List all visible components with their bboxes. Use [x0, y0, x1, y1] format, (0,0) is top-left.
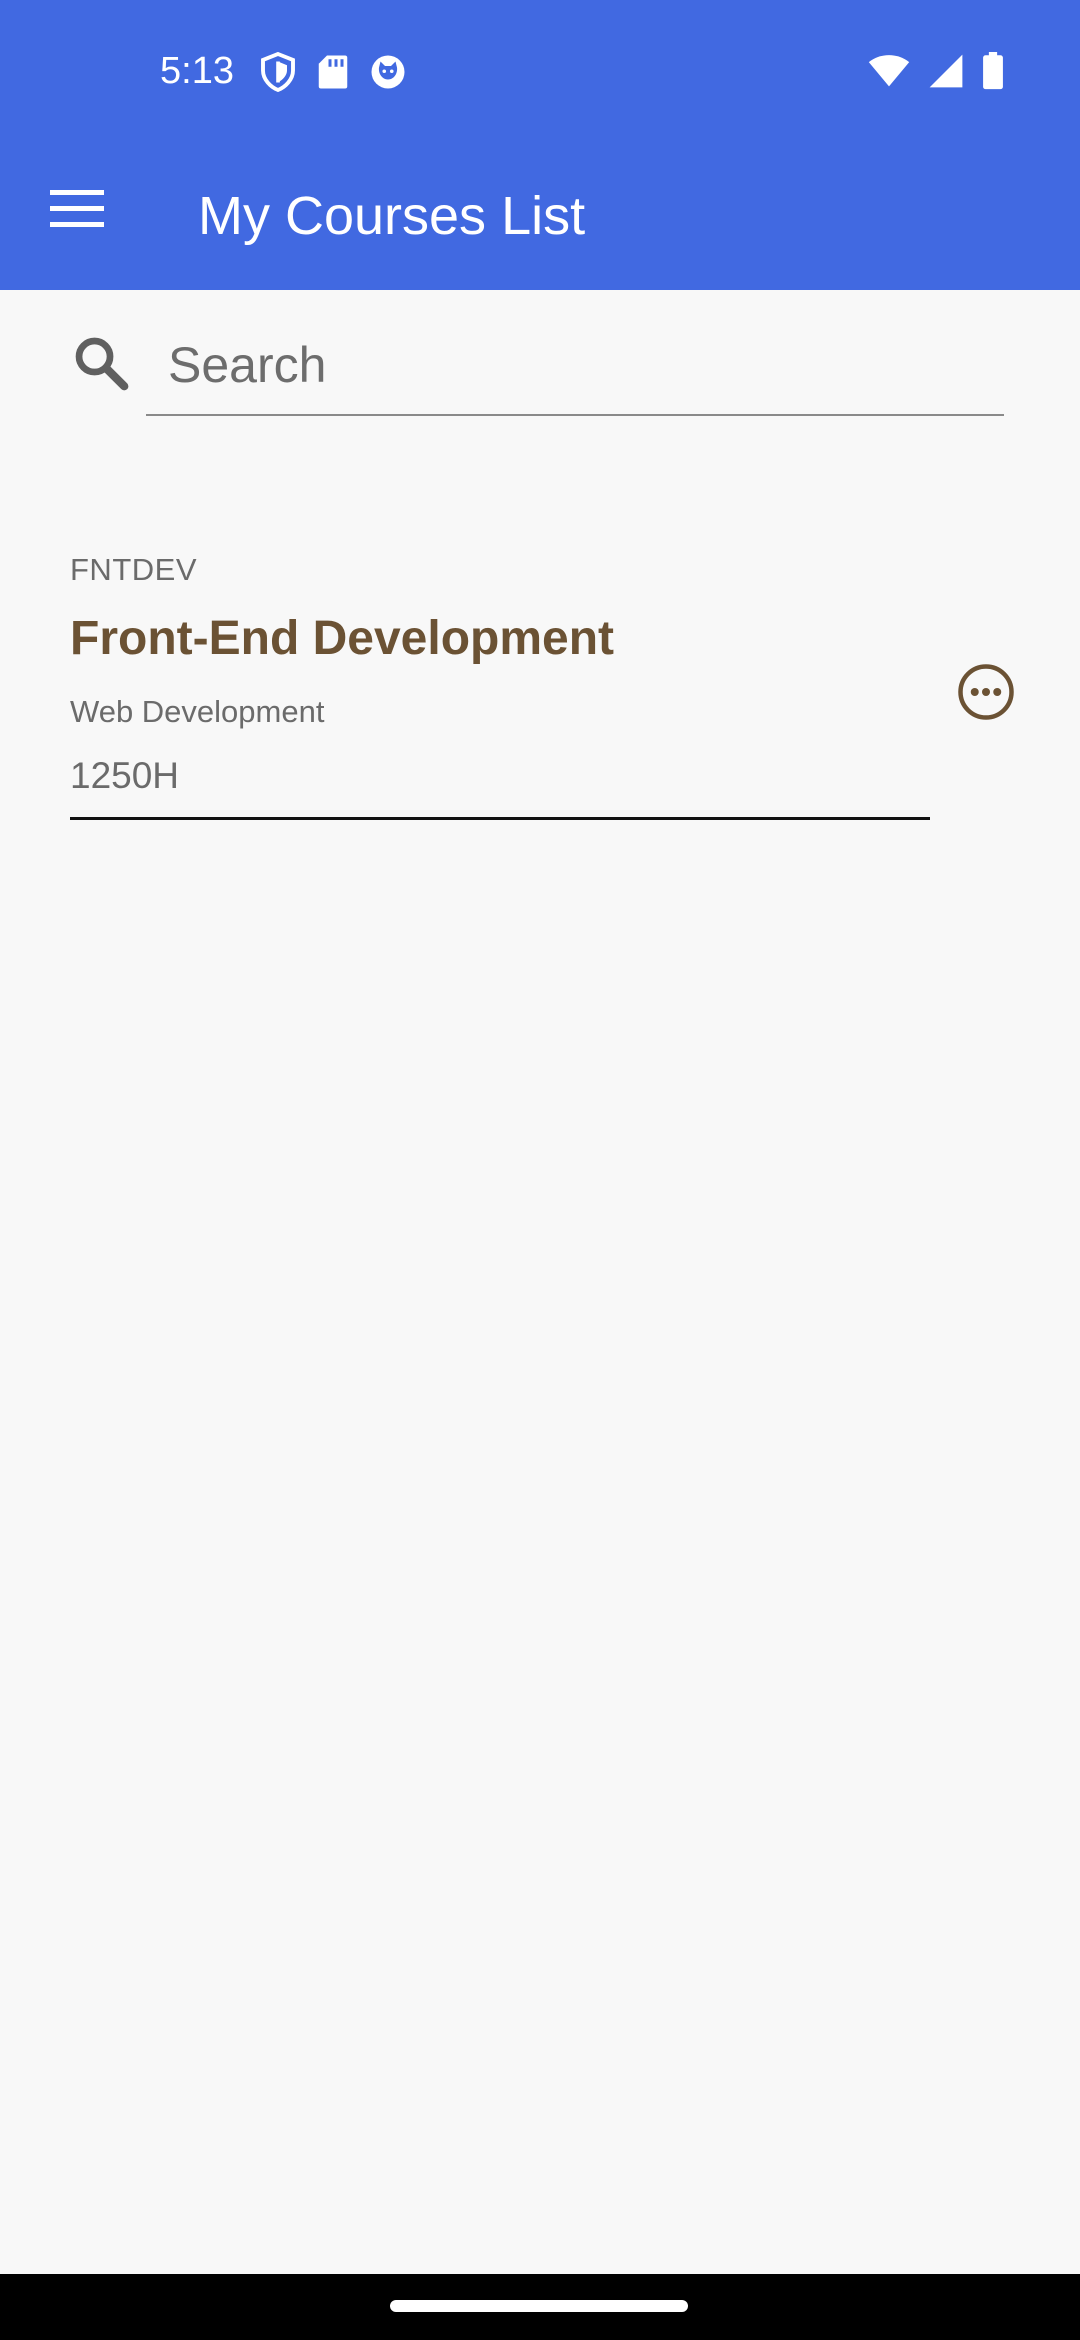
sd-card-icon: [318, 54, 348, 90]
course-hours: 1250H: [70, 755, 180, 796]
page-title: My Courses List: [198, 186, 586, 246]
battery-icon: [982, 52, 1004, 90]
app-bar: 5:13 My Courses List: [0, 0, 1080, 290]
search-bar: [0, 290, 1080, 440]
course-code: FNTDEV: [70, 552, 197, 587]
signal-icon: [928, 53, 964, 89]
gesture-nav-bar: [0, 2274, 1080, 2340]
status-bar: 5:13: [0, 0, 1080, 142]
course-category: Web Development: [70, 694, 325, 729]
list-item[interactable]: FNTDEV Front-End Development Web Develop…: [0, 530, 1080, 830]
wifi-icon: [868, 54, 910, 88]
toolbar: My Courses List: [0, 142, 1080, 290]
more-options-icon[interactable]: [956, 662, 1016, 722]
menu-button[interactable]: [38, 172, 116, 250]
search-icon: [70, 332, 132, 394]
status-time: 5:13: [160, 50, 234, 92]
hamburger-menu-icon: [50, 189, 104, 233]
home-handle[interactable]: [390, 2300, 688, 2312]
course-title: Front-End Development: [70, 612, 615, 665]
status-system-icons: [868, 52, 1004, 90]
shield-icon: [260, 52, 296, 92]
cat-face-icon: [370, 54, 406, 90]
status-notification-icons: [260, 52, 406, 92]
divider: [70, 817, 930, 820]
search-input[interactable]: [146, 316, 1004, 416]
